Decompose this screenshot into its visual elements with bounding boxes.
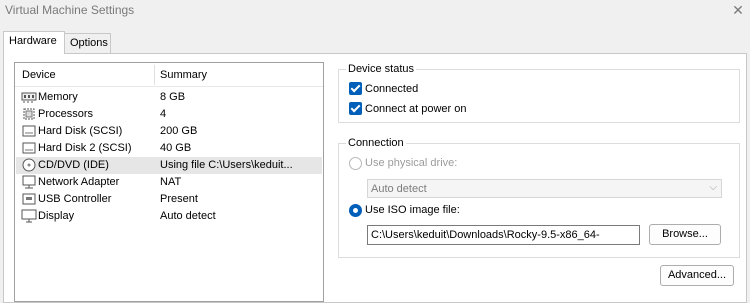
- connected-label[interactable]: Connected: [365, 83, 418, 95]
- use-iso-image-radio[interactable]: [349, 204, 362, 217]
- device-name: Hard Disk (SCSI): [38, 125, 123, 137]
- memory-icon: [21, 92, 37, 103]
- advanced-button[interactable]: Advanced...: [660, 265, 734, 286]
- title-bar: Virtual Machine Settings ✕: [0, 0, 750, 22]
- browse-button[interactable]: Browse...: [649, 224, 721, 245]
- connect-at-power-on-checkbox[interactable]: [349, 102, 362, 115]
- device-row-memory[interactable]: Memory 8 GB: [16, 89, 322, 106]
- device-summary: 40 GB: [160, 142, 192, 154]
- column-header-summary[interactable]: Summary: [160, 69, 207, 81]
- physical-drive-select[interactable]: Auto detect ⌵: [367, 179, 722, 198]
- device-name: Hard Disk 2 (SCSI): [38, 142, 132, 154]
- usb-controller-icon: [22, 193, 36, 205]
- device-name: CD/DVD (IDE): [38, 159, 109, 171]
- device-status-title: Device status: [346, 63, 417, 75]
- iso-path-value: C:\Users\keduit\Downloads\Rocky-9.5-x86_…: [371, 229, 600, 241]
- network-adapter-icon: [22, 175, 36, 189]
- device-name: Display: [38, 210, 75, 222]
- device-row-usb-controller[interactable]: USB Controller Present: [16, 191, 322, 208]
- iso-path-input[interactable]: C:\Users\keduit\Downloads\Rocky-9.5-x86_…: [367, 225, 640, 245]
- close-icon[interactable]: ✕: [728, 1, 748, 19]
- processor-icon: [23, 108, 35, 120]
- device-row-processors[interactable]: Processors 4: [16, 106, 322, 123]
- column-divider[interactable]: [154, 65, 155, 85]
- device-summary: Using file C:\Users\keduit...: [160, 159, 293, 171]
- tab-options[interactable]: Options: [64, 33, 111, 54]
- device-name: USB Controller: [38, 193, 112, 205]
- device-name: Memory: [38, 91, 78, 103]
- device-summary: 8 GB: [160, 91, 186, 103]
- connected-checkbox[interactable]: [349, 82, 362, 95]
- physical-drive-value: Auto detect: [371, 183, 427, 195]
- use-iso-image-label[interactable]: Use ISO image file:: [365, 204, 460, 216]
- device-summary: Auto detect: [160, 210, 216, 222]
- cd-dvd-icon: [22, 158, 36, 172]
- column-header-device[interactable]: Device: [22, 69, 56, 81]
- use-physical-drive-label: Use physical drive:: [365, 157, 458, 169]
- chevron-down-icon: ⌵: [709, 182, 717, 193]
- device-list[interactable]: Device Summary Memory 8 GB Processors 4 …: [14, 62, 324, 302]
- device-summary: 4: [160, 108, 167, 120]
- device-list-header: Device Summary: [15, 63, 323, 87]
- device-row-hard-disk-2[interactable]: Hard Disk 2 (SCSI) 40 GB: [16, 140, 322, 157]
- connect-at-power-on-label[interactable]: Connect at power on: [365, 103, 467, 115]
- device-name: Network Adapter: [38, 176, 120, 188]
- device-summary: NAT: [160, 176, 182, 188]
- device-name: Processors: [38, 108, 94, 120]
- device-row-network-adapter[interactable]: Network Adapter NAT: [16, 174, 322, 191]
- hard-disk-icon: [22, 142, 36, 154]
- hard-disk-icon: [22, 125, 36, 137]
- tab-hardware[interactable]: Hardware: [3, 31, 65, 54]
- device-summary: 200 GB: [160, 125, 198, 137]
- display-icon: [21, 209, 37, 223]
- use-physical-drive-radio[interactable]: [349, 157, 362, 170]
- device-row-display[interactable]: Display Auto detect: [16, 208, 322, 225]
- device-summary: Present: [160, 193, 198, 205]
- device-row-hard-disk[interactable]: Hard Disk (SCSI) 200 GB: [16, 123, 322, 140]
- window-title: Virtual Machine Settings: [5, 3, 135, 17]
- connection-title: Connection: [346, 137, 406, 149]
- device-row-cd-dvd[interactable]: CD/DVD (IDE) Using file C:\Users\keduit.…: [16, 157, 322, 174]
